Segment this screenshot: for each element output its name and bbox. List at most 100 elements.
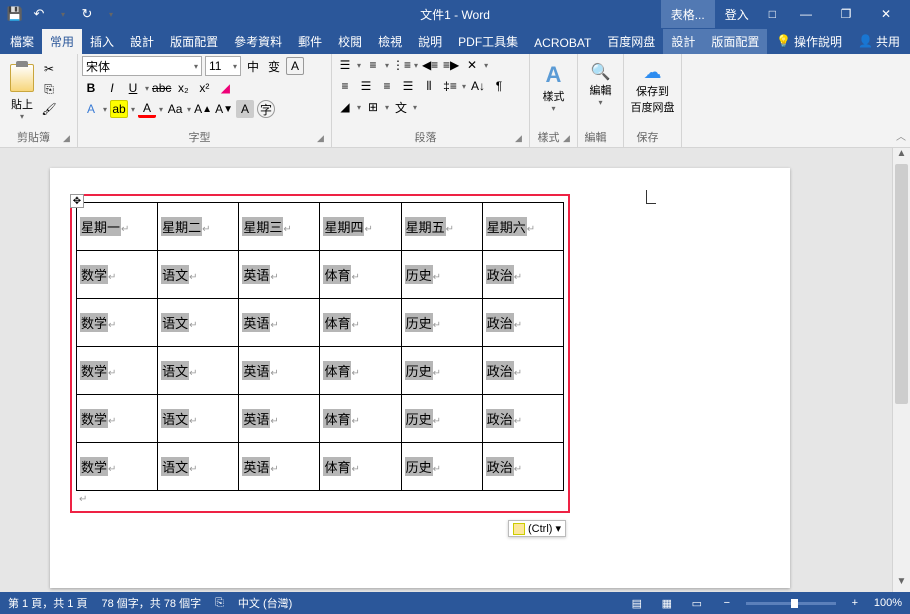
tab-design[interactable]: 設計 [122, 29, 162, 54]
table-cell[interactable]: 历史↵ [401, 443, 482, 491]
qat-undo-button[interactable]: ↶ [28, 3, 50, 25]
al-dd[interactable]: ▾ [484, 61, 488, 70]
table-cell[interactable]: 历史↵ [401, 347, 482, 395]
table-cell[interactable]: 体育↵ [320, 299, 401, 347]
ribbon-display-options[interactable]: □ [759, 0, 786, 28]
change-case-button[interactable]: Aa [166, 100, 184, 118]
table-cell[interactable]: 政治↵ [482, 347, 563, 395]
tab-insert[interactable]: 插入 [82, 29, 122, 54]
fontcolor-dd[interactable]: ▾ [159, 105, 163, 114]
bullets-dd[interactable]: ▾ [357, 61, 361, 70]
zoom-in-button[interactable]: + [844, 595, 866, 611]
sort-button[interactable]: A↓ [469, 77, 487, 95]
shading-button[interactable]: ◢ [336, 98, 354, 116]
styles-launcher[interactable]: ◢ [563, 133, 575, 145]
editing-button[interactable]: 🔍 編輯 ▾ [582, 56, 619, 128]
subscript-button[interactable]: x₂ [174, 79, 192, 97]
tab-view[interactable]: 檢視 [370, 29, 410, 54]
table-row[interactable]: 数学↵ 语文↵ 英语↵ 体育↵ 历史↵ 政治↵ [77, 251, 564, 299]
login-button[interactable]: 登入 [715, 0, 759, 28]
table-cell[interactable]: 语文↵ [158, 299, 239, 347]
phonetic-button[interactable]: 变 [265, 57, 283, 75]
table-cell[interactable]: 英语↵ [239, 299, 320, 347]
print-layout-button[interactable]: ▦ [656, 595, 678, 611]
scroll-thumb[interactable] [895, 164, 908, 404]
tab-mailings[interactable]: 郵件 [290, 29, 330, 54]
format-painter-button[interactable]: 🖌 [40, 100, 58, 118]
asian-layout-button[interactable]: ✕ [463, 56, 481, 74]
table-cell[interactable]: 历史↵ [401, 299, 482, 347]
font-color-button[interactable]: A [138, 100, 156, 118]
table-cell[interactable]: 政治↵ [482, 395, 563, 443]
window-maximize-button[interactable]: ❐ [826, 0, 866, 28]
tell-me-button[interactable]: 💡操作說明 [768, 33, 850, 50]
zoom-percent[interactable]: 100% [874, 597, 902, 609]
web-layout-button[interactable]: ▭ [686, 595, 708, 611]
language-indicator[interactable]: 中文 (台灣) [238, 595, 292, 611]
text-direction-button[interactable]: 文 [392, 98, 410, 116]
styles-button[interactable]: A 樣式 ▾ [534, 56, 573, 128]
share-button[interactable]: 👤共用 [850, 33, 908, 50]
inc-indent-button[interactable]: ≡▶ [442, 56, 460, 74]
td-dd[interactable]: ▾ [413, 103, 417, 112]
read-mode-button[interactable]: ▤ [626, 595, 648, 611]
table-cell[interactable]: 语文↵ [158, 395, 239, 443]
scroll-up-button[interactable]: ▲ [893, 148, 910, 164]
table-cell[interactable]: 星期六↵ [482, 203, 563, 251]
table-cell[interactable]: 星期五↵ [401, 203, 482, 251]
table-row[interactable]: 数学↵ 语文↵ 英语↵ 体育↵ 历史↵ 政治↵ [77, 347, 564, 395]
numbering-button[interactable]: ≡ [364, 56, 382, 74]
table-cell[interactable]: 体育↵ [320, 395, 401, 443]
table-cell[interactable]: 政治↵ [482, 299, 563, 347]
num-dd[interactable]: ▾ [385, 61, 389, 70]
ribbon-collapse-button[interactable]: ︿ [896, 128, 906, 143]
tab-table-layout[interactable]: 版面配置 [703, 29, 767, 54]
table-cell[interactable]: 英语↵ [239, 251, 320, 299]
tab-table-design[interactable]: 設計 [663, 29, 703, 54]
shrink-font-button[interactable]: A▼ [215, 100, 233, 118]
underline-button[interactable]: U [124, 79, 142, 97]
table-cell[interactable]: 语文↵ [158, 443, 239, 491]
italic-button[interactable]: I [103, 79, 121, 97]
highlight-dd[interactable]: ▾ [131, 105, 135, 114]
tab-layout[interactable]: 版面配置 [162, 29, 226, 54]
tab-pdf[interactable]: PDF工具集 [450, 29, 526, 54]
scroll-track[interactable] [893, 164, 910, 576]
document-scroll[interactable]: ✥ 星期一↵ 星期二↵ 星期三↵ 星期四↵ 星期五↵ 星期六↵ 数学↵ 语文↵ … [0, 148, 892, 592]
table-cell[interactable]: 语文↵ [158, 347, 239, 395]
font-launcher[interactable]: ◢ [317, 133, 329, 145]
grow-font-button[interactable]: 中 [244, 57, 262, 75]
table-cell[interactable]: 体育↵ [320, 347, 401, 395]
table-cell[interactable]: 数学↵ [77, 443, 158, 491]
table-cell[interactable]: 数学↵ [77, 395, 158, 443]
ml-dd[interactable]: ▾ [414, 61, 418, 70]
scroll-down-button[interactable]: ▼ [893, 576, 910, 592]
zoom-out-button[interactable]: − [716, 595, 738, 611]
table-cell[interactable]: 政治↵ [482, 443, 563, 491]
save-baidu-button[interactable]: ☁ 保存到 百度网盘 [628, 56, 677, 128]
qat-save-button[interactable]: 💾 [4, 3, 26, 25]
font-name-combo[interactable]: 宋体▾ [82, 56, 202, 76]
spelling-icon[interactable]: ⎘ [215, 597, 224, 610]
table-cell[interactable]: 星期三↵ [239, 203, 320, 251]
table-cell[interactable]: 星期一↵ [77, 203, 158, 251]
case-dd[interactable]: ▾ [187, 105, 191, 114]
tab-baidu[interactable]: 百度网盘 [599, 29, 663, 54]
align-center-button[interactable]: ☰ [357, 77, 375, 95]
paste-button[interactable]: 貼上 ▾ [4, 56, 40, 128]
justify-button[interactable]: ☰ [399, 77, 417, 95]
line-spacing-button[interactable]: ‡≡ [441, 77, 459, 95]
table-cell[interactable]: 数学↵ [77, 251, 158, 299]
ls-dd[interactable]: ▾ [462, 82, 466, 91]
table-cell[interactable]: 数学↵ [77, 299, 158, 347]
zoom-slider[interactable] [746, 602, 836, 605]
qat-customize[interactable]: ▾ [100, 3, 122, 25]
table-row[interactable]: 数学↵ 语文↵ 英语↵ 体育↵ 历史↵ 政治↵ [77, 299, 564, 347]
table-cell[interactable]: 历史↵ [401, 251, 482, 299]
distribute-button[interactable]: ⫴ [420, 77, 438, 95]
table-row[interactable]: 星期一↵ 星期二↵ 星期三↵ 星期四↵ 星期五↵ 星期六↵ [77, 203, 564, 251]
tab-references[interactable]: 參考資料 [226, 29, 290, 54]
table-cell[interactable]: 英语↵ [239, 443, 320, 491]
table-row[interactable]: 数学↵ 语文↵ 英语↵ 体育↵ 历史↵ 政治↵ [77, 395, 564, 443]
tab-home[interactable]: 常用 [42, 29, 82, 54]
